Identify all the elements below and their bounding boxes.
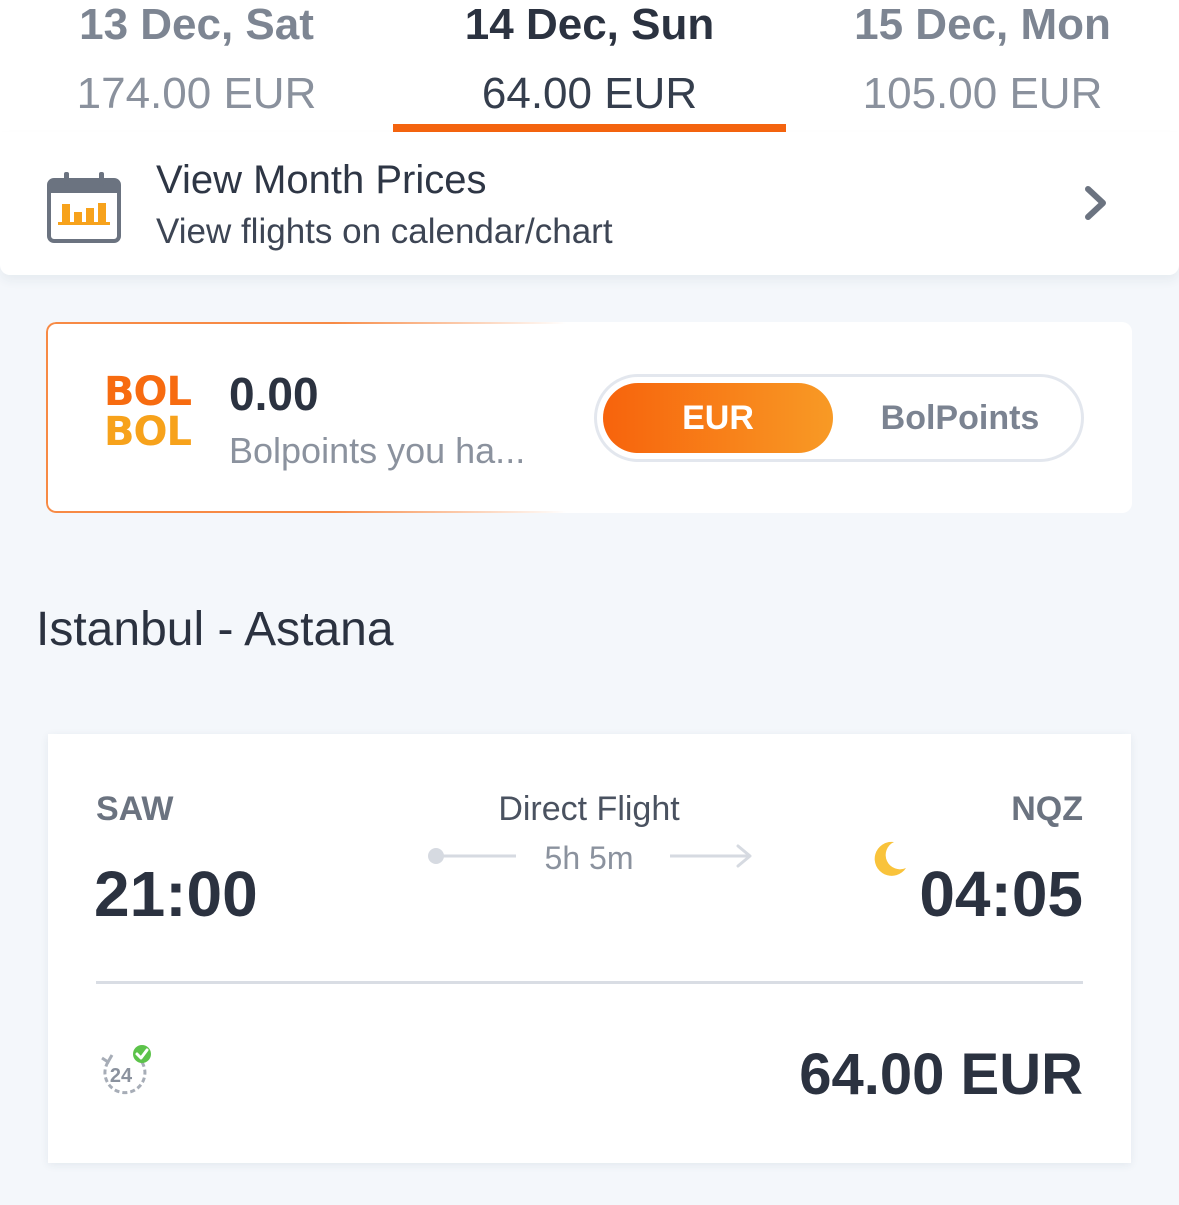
bolpoints-note: Bolpoints you ha...	[229, 430, 526, 471]
bolpoints-amount: 0.00	[229, 368, 319, 420]
date-selector: 13 Dec, Sat 174.00 EUR 14 Dec, Sun 64.00…	[0, 0, 1179, 132]
view-month-prices-row[interactable]: View Month Prices View flights on calend…	[0, 132, 1179, 275]
flight-card[interactable]: SAW NQZ 21:00 04:05 Direct Flight 5h 5m …	[48, 734, 1131, 1163]
logo-line-top: BOL	[104, 369, 192, 415]
card-divider	[96, 981, 1083, 984]
date-tab-price: 105.00 EUR	[862, 69, 1103, 118]
date-tab-14-dec[interactable]: 14 Dec, Sun 64.00 EUR	[393, 0, 786, 132]
arrival-airport-code: NQZ	[1011, 790, 1083, 828]
arrival-time: 04:05	[919, 858, 1083, 930]
month-prices-title: View Month Prices	[156, 158, 487, 202]
currency-toggle: EUR BolPoints	[594, 374, 1084, 462]
bolpoints-card: BOL BOL 0.00 Bolpoints you ha... EUR Bol…	[46, 322, 1132, 513]
bolbol-logo: BOL BOL	[104, 372, 196, 464]
route-title: Istanbul - Astana	[36, 603, 394, 656]
toggle-eur[interactable]: EUR	[603, 383, 833, 453]
flight-search-results: 13 Dec, Sat 174.00 EUR 14 Dec, Sun 64.00…	[0, 0, 1179, 1205]
toggle-bolpoints[interactable]: BolPoints	[845, 383, 1075, 453]
date-tab-13-dec[interactable]: 13 Dec, Sat 174.00 EUR	[0, 0, 393, 132]
date-tab-15-dec[interactable]: 15 Dec, Mon 105.00 EUR	[786, 0, 1179, 132]
date-tab-price: 64.00 EUR	[481, 69, 698, 118]
logo-line-bottom: BOL	[104, 409, 192, 455]
cancel-icon-label: 24	[110, 1065, 133, 1087]
flight-type-label: Direct Flight	[498, 790, 680, 828]
departure-time: 21:00	[94, 858, 258, 930]
chevron-right-icon	[1085, 186, 1106, 220]
date-tab-price: 174.00 EUR	[76, 69, 317, 118]
month-prices-subtitle: View flights on calendar/chart	[156, 212, 613, 251]
date-tab-day: 13 Dec, Sat	[79, 0, 314, 49]
free-cancellation-24h-icon: 24	[101, 1045, 151, 1095]
flight-duration: 5h 5m	[544, 840, 634, 876]
arrow-right-icon	[670, 844, 752, 868]
moon-icon	[874, 841, 906, 876]
date-tab-day: 15 Dec, Mon	[854, 0, 1111, 49]
calendar-chart-icon	[47, 172, 121, 243]
date-tab-day: 14 Dec, Sun	[464, 0, 715, 49]
departure-airport-code: SAW	[96, 790, 174, 828]
active-tab-indicator	[393, 124, 786, 132]
flight-price: 64.00 EUR	[799, 1042, 1083, 1107]
